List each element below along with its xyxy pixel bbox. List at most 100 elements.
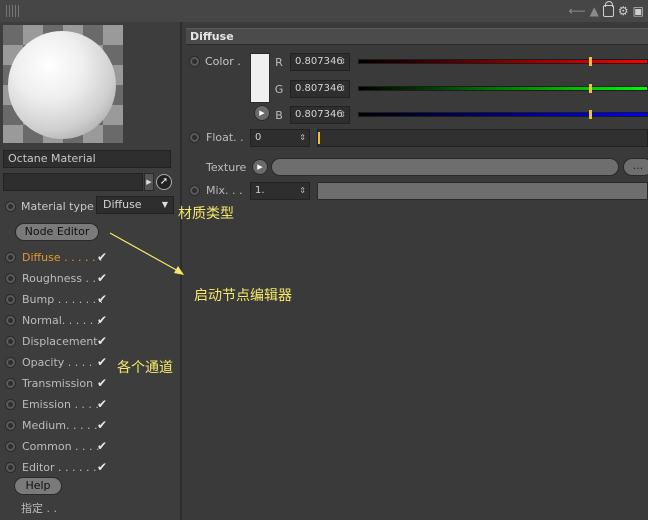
checkmark-icon[interactable]: ✔ bbox=[97, 460, 107, 474]
layer-arrow-button[interactable]: ▶ bbox=[144, 173, 154, 191]
float-value: 0 bbox=[255, 132, 262, 143]
texture-browse-button[interactable]: ... bbox=[623, 158, 648, 176]
g-slider[interactable] bbox=[358, 84, 648, 93]
assign-label[interactable]: 指定 . . bbox=[21, 500, 57, 516]
channel-item[interactable]: Editor . . . . . . ✔ bbox=[5, 457, 175, 478]
channel-item[interactable]: Emission . . . . ✔ bbox=[5, 394, 175, 415]
channel-label[interactable]: Roughness . . bbox=[22, 272, 96, 285]
checkmark-icon[interactable]: ✔ bbox=[97, 355, 107, 369]
up-arrow-icon[interactable]: ▲ bbox=[590, 3, 599, 19]
channel-radio[interactable] bbox=[5, 294, 16, 305]
channel-item[interactable]: Bump . . . . . . . ✔ bbox=[5, 289, 175, 310]
lock-icon[interactable] bbox=[602, 1, 614, 17]
mix-value-field[interactable]: 1. ⇕ bbox=[250, 182, 310, 200]
checkmark-icon[interactable]: ✔ bbox=[97, 292, 107, 306]
mix-radio[interactable] bbox=[189, 185, 200, 196]
checkmark-icon[interactable]: ✔ bbox=[97, 334, 107, 348]
channel-item[interactable]: Diffuse . . . . . . ✔ bbox=[5, 247, 175, 268]
r-slider[interactable] bbox=[358, 57, 648, 66]
checkmark-icon[interactable]: ✔ bbox=[97, 250, 107, 264]
stepper-icon[interactable]: ⇕ bbox=[299, 130, 306, 146]
channel-radio[interactable] bbox=[5, 441, 16, 452]
channel-radio[interactable] bbox=[5, 462, 16, 473]
annotation-node-editor: 启动节点编辑器 bbox=[194, 288, 292, 304]
channel-label[interactable]: Normal. . . . . . bbox=[22, 314, 100, 327]
checkmark-icon[interactable]: ✔ bbox=[97, 397, 107, 411]
expand-arrow-button[interactable]: ▶ bbox=[254, 105, 270, 121]
channel-item[interactable]: Common . . . . ✔ bbox=[5, 436, 175, 457]
material-type-radio[interactable] bbox=[5, 200, 16, 212]
float-value-field[interactable]: 0 ⇕ bbox=[250, 129, 310, 147]
back-arrow-icon[interactable]: ⟵ bbox=[568, 3, 585, 19]
help-button[interactable]: Help bbox=[14, 477, 62, 495]
channel-label[interactable]: Editor . . . . . . bbox=[22, 461, 97, 474]
texture-arrow-button[interactable]: ▶ bbox=[252, 159, 268, 175]
color-label: Color . bbox=[205, 55, 241, 68]
color-swatch[interactable] bbox=[250, 53, 270, 103]
channel-label[interactable]: Diffuse . . . . . . bbox=[22, 251, 103, 264]
mix-slider[interactable] bbox=[317, 182, 648, 200]
material-type-row: Material type bbox=[5, 198, 94, 214]
stepper-icon[interactable]: ⇕ bbox=[339, 107, 346, 123]
channel-radio[interactable] bbox=[5, 399, 16, 410]
channel-radio[interactable] bbox=[5, 336, 16, 347]
g-value: 0.807346 bbox=[295, 83, 343, 94]
mix-value: 1. bbox=[255, 185, 265, 196]
checkmark-icon[interactable]: ✔ bbox=[97, 313, 107, 327]
g-slider-marker[interactable] bbox=[589, 84, 593, 93]
chevron-down-icon: ▼ bbox=[161, 200, 168, 209]
material-sidebar: Octane Material ▶ ➚ Material type Diffus… bbox=[0, 22, 182, 520]
channel-item[interactable]: Medium. . . . . ✔ bbox=[5, 415, 175, 436]
b-slider-marker[interactable] bbox=[589, 110, 593, 119]
pick-cursor-icon[interactable]: ➚ bbox=[156, 174, 172, 190]
layer-field[interactable] bbox=[3, 173, 143, 191]
texture-link-field[interactable] bbox=[271, 158, 619, 176]
channel-radio[interactable] bbox=[5, 378, 16, 389]
settings-icon[interactable]: ⚙ bbox=[618, 3, 629, 19]
g-value-field[interactable]: 0.807346 ⇕ bbox=[290, 80, 350, 98]
channel-radio[interactable] bbox=[5, 252, 16, 263]
material-name-field[interactable]: Octane Material bbox=[3, 150, 171, 168]
channel-label[interactable]: Displacement bbox=[22, 335, 98, 348]
channel-item[interactable]: Roughness . . ✔ bbox=[5, 268, 175, 289]
channel-radio[interactable] bbox=[5, 357, 16, 368]
checkmark-icon[interactable]: ✔ bbox=[97, 376, 107, 390]
section-header: Diffuse bbox=[186, 28, 648, 45]
r-channel-label: R bbox=[275, 56, 283, 69]
checkmark-icon[interactable]: ✔ bbox=[97, 439, 107, 453]
attribute-panel: Diffuse Color . R 0.807346 ⇕ G 0.807346 … bbox=[182, 22, 648, 520]
stepper-icon[interactable]: ⇕ bbox=[299, 183, 306, 199]
channel-label[interactable]: Bump . . . . . . . bbox=[22, 293, 103, 306]
float-slider-marker[interactable] bbox=[318, 132, 320, 144]
float-slider[interactable] bbox=[317, 129, 648, 147]
node-editor-button[interactable]: Node Editor bbox=[15, 223, 99, 241]
r-value-field[interactable]: 0.807346 ⇕ bbox=[290, 53, 350, 71]
material-preview[interactable] bbox=[3, 25, 123, 143]
channel-radio[interactable] bbox=[5, 420, 16, 431]
preview-sphere bbox=[8, 31, 116, 139]
color-radio[interactable] bbox=[189, 56, 200, 67]
b-value-field[interactable]: 0.807346 ⇕ bbox=[290, 106, 350, 124]
channel-label[interactable]: Medium. . . . . bbox=[22, 419, 97, 432]
channel-item[interactable]: Displacement ✔ bbox=[5, 331, 175, 352]
stepper-icon[interactable]: ⇕ bbox=[339, 81, 346, 97]
texture-label: Texture bbox=[206, 161, 247, 174]
channel-label[interactable]: Transmission bbox=[22, 377, 93, 390]
channel-radio[interactable] bbox=[5, 273, 16, 284]
channel-item[interactable]: Normal. . . . . . ✔ bbox=[5, 310, 175, 331]
float-radio[interactable] bbox=[189, 132, 200, 143]
drag-grip-icon[interactable] bbox=[6, 5, 20, 17]
float-label: Float. . bbox=[206, 131, 244, 144]
r-slider-marker[interactable] bbox=[589, 57, 593, 66]
b-channel-label: B bbox=[275, 109, 283, 122]
window-icon[interactable]: ▣ bbox=[633, 3, 644, 19]
stepper-icon[interactable]: ⇕ bbox=[339, 54, 346, 70]
b-slider[interactable] bbox=[358, 110, 648, 119]
checkmark-icon[interactable]: ✔ bbox=[97, 418, 107, 432]
channel-label[interactable]: Opacity . . . . bbox=[22, 356, 92, 369]
channel-label[interactable]: Common . . . . bbox=[22, 440, 100, 453]
channel-label[interactable]: Emission . . . . bbox=[22, 398, 99, 411]
checkmark-icon[interactable]: ✔ bbox=[97, 271, 107, 285]
material-type-select[interactable]: Diffuse ▼ bbox=[96, 196, 174, 214]
channel-radio[interactable] bbox=[5, 315, 16, 326]
